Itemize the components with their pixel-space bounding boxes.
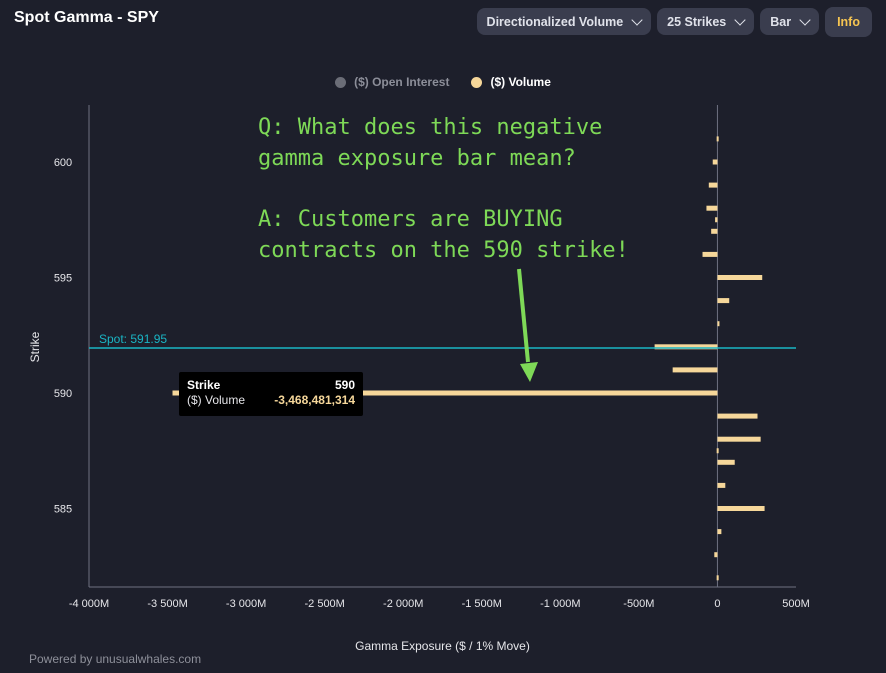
volume-bar[interactable]	[717, 506, 765, 511]
volume-bar[interactable]	[717, 321, 720, 327]
tooltip-strike-value: 590	[334, 378, 355, 392]
annotation: Q: What does this negative gamma exposur…	[258, 115, 629, 382]
volume-bar[interactable]	[702, 251, 718, 257]
annotation-line-4: contracts on the 590 strike!	[258, 238, 629, 263]
x-tick-label: -2 000M	[383, 598, 423, 610]
volume-bar[interactable]	[717, 413, 758, 419]
y-axis-title: Strike	[28, 331, 42, 362]
x-tick-labels: -4 000M -3 500M -3 000M -2 500M -2 000M -1 50…	[69, 598, 810, 610]
volume-bar[interactable]	[717, 482, 726, 488]
volume-bar[interactable]	[717, 275, 763, 280]
volume-bar[interactable]	[717, 459, 735, 465]
tooltip-volume-label: ($) Volume	[187, 393, 246, 407]
x-axis-title: Gamma Exposure ($ / 1% Move)	[355, 639, 530, 653]
tooltip-strike-label: Strike	[187, 378, 221, 392]
x-tick-label: -1 500M	[462, 598, 502, 610]
y-tick-label: 590	[54, 388, 72, 400]
powered-by-footer: Powered by unusualwhales.com	[29, 652, 202, 666]
x-tick-label: -2 500M	[304, 598, 344, 610]
volume-bar[interactable]	[714, 552, 718, 558]
volume-bars	[172, 136, 765, 581]
volume-bar[interactable]	[706, 205, 718, 211]
annotation-line-1: Q: What does this negative	[258, 115, 602, 140]
volume-bar[interactable]	[716, 448, 719, 454]
volume-bar[interactable]	[711, 228, 718, 234]
annotation-line-3: A: Customers are BUYING	[258, 207, 563, 232]
gamma-exposure-chart: 585 590 595 600 -4 000M -3 500M -3 000M -2 500…	[28, 105, 810, 653]
volume-bar[interactable]	[717, 529, 722, 535]
volume-bar[interactable]	[715, 217, 718, 223]
volume-bar[interactable]	[716, 575, 719, 581]
tooltip-volume-value: -3,468,481,314	[274, 393, 355, 407]
x-tick-label: -3 500M	[147, 598, 187, 610]
annotation-arrow-head	[520, 362, 538, 382]
x-tick-label: -500M	[623, 598, 654, 610]
y-tick-label: 600	[54, 157, 72, 169]
volume-bar[interactable]	[717, 436, 761, 442]
y-tick-label: 595	[54, 273, 72, 285]
y-tick-label: 585	[54, 504, 72, 516]
volume-bar[interactable]	[672, 367, 718, 373]
volume-bar[interactable]	[716, 136, 719, 142]
volume-bar[interactable]	[712, 159, 718, 165]
x-tick-label: 500M	[782, 598, 810, 610]
volume-bar[interactable]	[717, 298, 730, 304]
annotation-line-2: gamma exposure bar mean?	[258, 146, 576, 171]
volume-bar[interactable]	[708, 182, 718, 188]
tooltip: Strike 590 ($) Volume -3,468,481,314	[179, 372, 363, 416]
x-tick-label: 0	[714, 598, 720, 610]
y-tick-labels: 585 590 595 600	[54, 157, 72, 516]
x-tick-label: -1 000M	[540, 598, 580, 610]
spot-label: Spot: 591.95	[99, 332, 167, 346]
x-tick-label: -3 000M	[226, 598, 266, 610]
x-tick-label: -4 000M	[69, 598, 109, 610]
